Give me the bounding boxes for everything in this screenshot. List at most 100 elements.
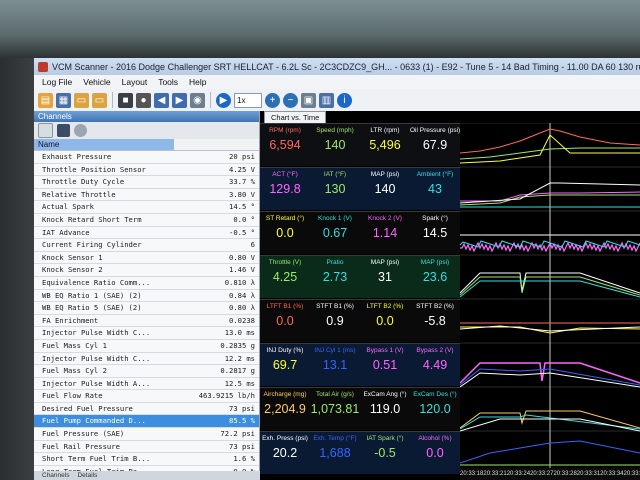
- gauge[interactable]: LTR (rpm) 5,496: [360, 124, 410, 166]
- channel-row[interactable]: Throttle Position Sensor 4.25 V: [34, 163, 259, 177]
- channel-row[interactable]: WB EQ Ratio 5 (SAE) (2) 0.80 λ: [34, 302, 259, 315]
- play-icon[interactable]: ▶: [216, 92, 231, 108]
- gauge[interactable]: RPM (rpm) 6,594: [260, 124, 310, 166]
- gauge[interactable]: INJ Cyl 1 (ms) 13.1: [310, 344, 360, 386]
- open-folder-icon[interactable]: ▭: [92, 92, 107, 108]
- channel-row[interactable]: Knock Retard Short Term 0.0 °: [34, 213, 259, 227]
- menu-tools[interactable]: Tools: [158, 77, 178, 87]
- gauge[interactable]: IAT (°F) 130: [310, 168, 360, 210]
- gauge-label: ST Retard (°): [265, 215, 305, 222]
- row-marker: [34, 264, 42, 276]
- gauge[interactable]: Spark (°) 14.5: [410, 212, 460, 254]
- gauge[interactable]: Bypass 2 (V) 4.49: [410, 344, 460, 386]
- gauge-label: ExCam Des (°): [413, 391, 457, 398]
- record-icon[interactable]: ●: [136, 92, 151, 108]
- export-icon[interactable]: ▥: [319, 92, 334, 108]
- channel-row[interactable]: Knock Sensor 1 0.80 V: [34, 251, 259, 265]
- channel-value: 3.80 V: [229, 189, 255, 199]
- channel-row[interactable]: Short Term Fuel Trim B... 1.6 %: [34, 453, 259, 466]
- info-icon[interactable]: i: [337, 92, 352, 108]
- channel-row[interactable]: Relative Throttle 3.80 V: [34, 188, 259, 202]
- rewind-icon[interactable]: ◉: [190, 92, 205, 108]
- gauge-label: Bypass 1 (V): [366, 347, 404, 354]
- tab-details[interactable]: Details: [77, 471, 97, 480]
- gauge[interactable]: STFT B2 (%) -5.8: [410, 300, 460, 342]
- channel-row[interactable]: IAT Advance -0.5 °: [34, 226, 259, 240]
- gauge[interactable]: IAT Spark (°) -0.5: [360, 432, 410, 474]
- zoom-in-icon[interactable]: +: [265, 92, 280, 108]
- channel-row[interactable]: Equivalence Ratio Comm... 0.810 λ: [34, 276, 259, 290]
- gear-icon[interactable]: [74, 124, 87, 137]
- channel-row[interactable]: Current Firing Cylinder 6: [34, 239, 259, 252]
- gauge[interactable]: MAP (psi) 31: [360, 256, 410, 298]
- folder-icon[interactable]: ▭: [74, 92, 89, 108]
- channel-row[interactable]: Injector Pulse Width C... 13.0 ms: [34, 327, 259, 340]
- playback-speed-select[interactable]: 1x: [234, 92, 262, 108]
- gauge[interactable]: Ambient (°F) 43: [410, 168, 460, 210]
- zoom-fit-icon[interactable]: ▣: [301, 92, 316, 108]
- channel-row[interactable]: FA Enrichment 0.0238: [34, 314, 259, 328]
- toolbar-separator: [210, 92, 211, 108]
- open-icon[interactable]: ▤: [38, 92, 53, 108]
- channel-name: Injector Pulse Width C...: [42, 353, 151, 363]
- channel-list-icon[interactable]: [38, 123, 53, 138]
- gauge[interactable]: STFT B1 (%) 0.9: [310, 300, 360, 342]
- channel-row[interactable]: Exhaust Pressure 20 psi: [34, 151, 259, 164]
- menu-vehicle[interactable]: Vehicle: [83, 77, 110, 87]
- save-icon[interactable]: [57, 124, 70, 137]
- channel-row[interactable]: Fuel Pressure (SAE) 72.2 psi: [34, 428, 259, 441]
- stop-icon[interactable]: ■: [118, 92, 133, 108]
- gauge[interactable]: Knock 2 (V) 1.14: [360, 212, 410, 254]
- gauge[interactable]: LTFT B2 (%) 0.0: [360, 300, 410, 342]
- gauge[interactable]: Pratio 2.73: [310, 256, 360, 298]
- channel-row[interactable]: Injector Pulse Width A... 12.5 ms: [34, 377, 259, 391]
- column-header-name[interactable]: Name: [34, 139, 174, 150]
- gauge[interactable]: Oil Pressure (psi) 67.9: [410, 124, 460, 166]
- channel-name: Fuel Flow Rate: [42, 391, 103, 401]
- gauge-label: MAP (psi): [420, 259, 450, 266]
- menu-bar: Log File Vehicle Layout Tools Help: [34, 75, 640, 89]
- menu-help[interactable]: Help: [189, 77, 206, 87]
- gauge[interactable]: Knock 1 (V) 0.67: [310, 212, 360, 254]
- channel-row[interactable]: Actual Spark 14.5 °: [34, 201, 259, 214]
- gauge[interactable]: LTFT B1 (%) 0.0: [260, 300, 310, 342]
- menu-log-file[interactable]: Log File: [42, 77, 72, 87]
- channel-row[interactable]: WB EQ Ratio 1 (SAE) (2) 0.84 λ: [34, 289, 259, 303]
- gauge[interactable]: Bypass 1 (V) 0.51: [360, 344, 410, 386]
- step-forward-icon[interactable]: ▶: [172, 92, 187, 108]
- channel-row[interactable]: Fuel Flow Rate 463.9215 lb/h: [34, 390, 259, 403]
- gauge[interactable]: Total Air (g/s) 1,073.81: [310, 388, 360, 430]
- channel-value: 4.25 V: [229, 164, 255, 174]
- channel-row[interactable]: Knock Sensor 2 1.46 V: [34, 264, 259, 277]
- gauge[interactable]: Alcohol (%) 0.0: [410, 432, 460, 474]
- channel-row[interactable]: Fuel Mass Cyl 2 0.2817 g: [34, 365, 259, 378]
- gauge[interactable]: Throttle (V) 4.25: [260, 256, 310, 298]
- time-chart[interactable]: [460, 123, 640, 468]
- channel-row[interactable]: Fuel Rail Pressure 73 psi: [34, 440, 259, 454]
- channel-row[interactable]: Desired Fuel Pressure 73 psi: [34, 402, 259, 416]
- gauge[interactable]: ExCam Des (°) 120.0: [410, 388, 460, 430]
- step-back-icon[interactable]: ◀: [154, 92, 169, 108]
- channel-row[interactable]: Fuel Pump Commanded D... 85.5 %: [34, 415, 259, 429]
- gauge[interactable]: Aircharge (mg) 2,204.9: [260, 388, 310, 430]
- gauge[interactable]: INJ Duty (%) 69.7: [260, 344, 310, 386]
- gauge[interactable]: MAP (psi) 23.6: [410, 256, 460, 298]
- gauge[interactable]: Exh. Temp (°F) 1,688: [310, 432, 360, 474]
- gauge[interactable]: ACT (°F) 129.8: [260, 168, 310, 210]
- gauge[interactable]: ST Retard (°) 0.0: [260, 212, 310, 254]
- save-icon[interactable]: ▦: [56, 92, 71, 108]
- tab-channels[interactable]: Channels: [42, 471, 69, 480]
- gauge[interactable]: Speed (mph) 140: [310, 124, 360, 166]
- channel-value: 1.6 %: [233, 454, 255, 464]
- channel-row[interactable]: Injector Pulse Width C... 12.2 ms: [34, 352, 259, 366]
- gauge-value: 67.9: [422, 138, 448, 152]
- zoom-out-icon[interactable]: −: [283, 92, 298, 108]
- channel-row[interactable]: Fuel Mass Cyl 1 0.2835 g: [34, 339, 259, 353]
- gauge[interactable]: MAP (psi) 140: [360, 168, 410, 210]
- menu-layout[interactable]: Layout: [122, 77, 148, 87]
- tab-chart-vs-time[interactable]: Chart vs. Time: [264, 111, 327, 123]
- gauge[interactable]: ExCam Ang (°) 119.0: [360, 388, 410, 430]
- channel-row[interactable]: Throttle Duty Cycle 33.7 %: [34, 176, 259, 189]
- gauge[interactable]: Exh. Press (psi) 20.2: [260, 432, 310, 474]
- gauge-label: Speed (mph): [316, 127, 354, 134]
